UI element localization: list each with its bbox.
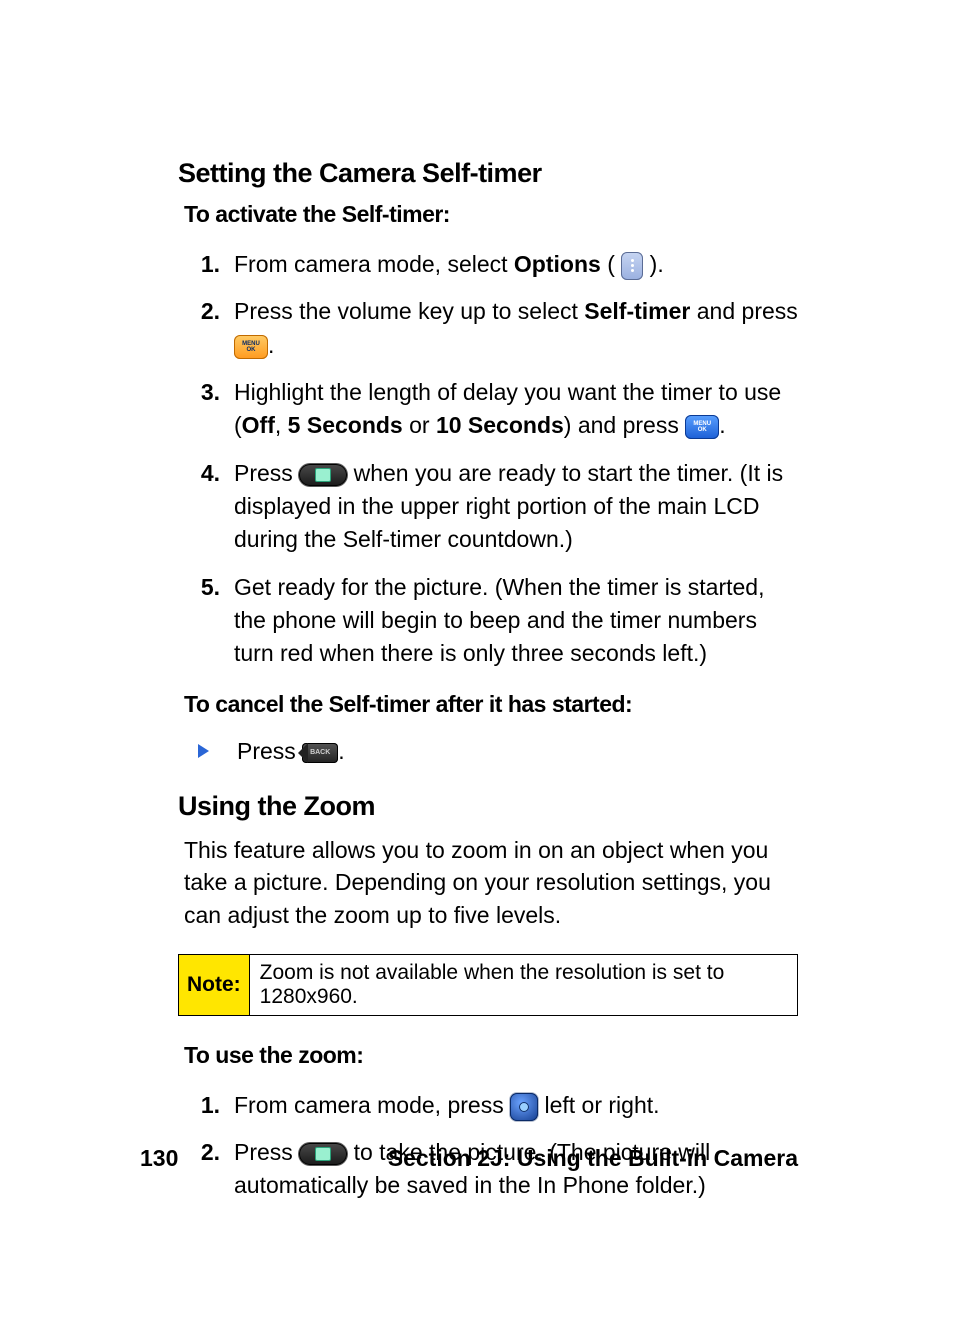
list-item: 1. From camera mode, select Options ( ). [178, 248, 798, 281]
page-number: 130 [140, 1145, 178, 1172]
step-text: , [275, 412, 288, 438]
step-text: From camera mode, press [234, 1092, 510, 1118]
note-text: Zoom is not available when the resolutio… [250, 955, 797, 1015]
triangle-bullet-icon [198, 744, 209, 758]
list-item: 4. Press when you are ready to start the… [178, 457, 798, 557]
list-item: 1. From camera mode, press left or right… [178, 1089, 798, 1122]
section-label: Section 2J: Using the Built-in Camera [388, 1145, 798, 1172]
step-bold: Off [242, 412, 275, 438]
step-bold: 10 Seconds [436, 412, 564, 438]
back-button-icon: BACK [302, 743, 338, 763]
subhead-cancel: To cancel the Self-timer after it has st… [184, 691, 798, 718]
subhead-activate: To activate the Self-timer: [184, 201, 798, 228]
step-number: 3. [201, 379, 220, 405]
list-item: 3. Highlight the length of delay you wan… [178, 376, 798, 443]
list-item: Press BACK. [178, 738, 798, 765]
list-item: 5. Get ready for the picture. (When the … [178, 571, 798, 671]
step-text: Press [237, 738, 302, 764]
step-number: 1. [201, 1092, 220, 1118]
step-text: Press the volume key up to select [234, 298, 584, 324]
step-number: 4. [201, 460, 220, 486]
subhead-use-zoom: To use the zoom: [184, 1042, 798, 1069]
step-text: . [719, 412, 725, 438]
step-text: and press [690, 298, 797, 324]
page-footer: 130 Section 2J: Using the Built-in Camer… [0, 1145, 954, 1172]
step-text: From camera mode, select [234, 251, 514, 277]
step-bold: 5 Seconds [288, 412, 403, 438]
step-number: 2. [201, 298, 220, 324]
heading-zoom: Using the Zoom [178, 791, 798, 822]
menu-ok-icon: MENUOK [234, 335, 268, 359]
step-text: ) and press [564, 412, 685, 438]
step-number: 1. [201, 251, 220, 277]
step-text: left or right. [538, 1092, 659, 1118]
step-text: . [268, 332, 274, 358]
options-icon [621, 252, 643, 280]
document-page: Setting the Camera Self-timer To activat… [0, 0, 954, 1336]
list-cancel: Press BACK. [178, 738, 798, 765]
step-text: Press [234, 460, 299, 486]
step-text: or [403, 412, 436, 438]
shutter-button-icon [299, 464, 347, 486]
step-text: . [338, 738, 344, 764]
step-bold: Options [514, 251, 601, 277]
menu-ok-icon: MENUOK [685, 415, 719, 439]
note-box: Note: Zoom is not available when the res… [178, 954, 798, 1016]
heading-self-timer: Setting the Camera Self-timer [178, 158, 798, 189]
list-item: 2. Press the volume key up to select Sel… [178, 295, 798, 362]
step-number: 5. [201, 574, 220, 600]
step-text: ( [601, 251, 621, 277]
nav-key-icon [510, 1093, 538, 1121]
zoom-description: This feature allows you to zoom in on an… [184, 834, 798, 932]
step-text: ). [643, 251, 663, 277]
step-bold: Self-timer [584, 298, 690, 324]
note-label: Note: [179, 955, 250, 1015]
list-self-timer-steps: 1. From camera mode, select Options ( ).… [178, 248, 798, 671]
step-text: Get ready for the picture. (When the tim… [234, 574, 765, 667]
